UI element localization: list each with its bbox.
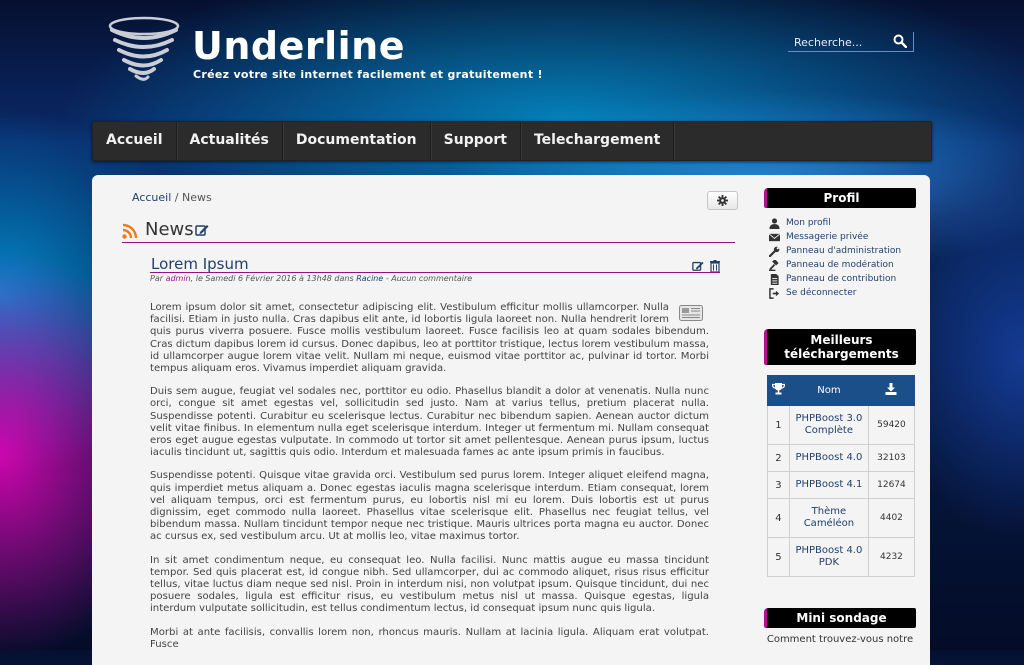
gear-icon [717, 195, 728, 206]
article-paragraph: Duis sem augue, feugiat vel sodales nec,… [150, 386, 709, 459]
nav-item-telechargement[interactable]: Telechargement [521, 122, 675, 160]
nav-item-support[interactable]: Support [431, 122, 521, 160]
site-logo[interactable] [108, 16, 180, 86]
article-title[interactable]: Lorem Ipsum [151, 255, 249, 273]
table-header: Nom [767, 375, 916, 406]
newspaper-icon [679, 305, 703, 321]
downloads-table: Nom 1 PHPBoost 3.0 Complète 59420 2 PHPB… [767, 375, 916, 577]
download-name-link[interactable]: PHPBoost 4.1 [788, 471, 869, 499]
profil-item-admin[interactable]: Panneau d'administration [769, 244, 901, 258]
breadcrumb-current: News [182, 191, 212, 204]
profil-item-label: Se déconnecter [786, 288, 857, 298]
meta-date: , le Samedi 6 Février 2016 à 13h48 dans [190, 274, 357, 283]
table-row: 1 PHPBoost 3.0 Complète 59420 [767, 405, 916, 445]
rank-cell: 4 [767, 498, 790, 538]
nav-item-actualites[interactable]: Actualités [177, 122, 283, 160]
main-nav: Accueil Actualités Documentation Support… [92, 121, 932, 161]
paragraph-text: Lorem ipsum dolor sit amet, consectetur … [150, 302, 709, 375]
main-content: Accueil / News News Lorem Ipsum Par admi… [92, 175, 930, 665]
profil-item-mon-profil[interactable]: Mon profil [769, 216, 901, 230]
category-link[interactable]: Racine [356, 274, 383, 283]
search-box [788, 32, 914, 52]
profil-menu: Mon profil Messagerie privée Panneau d'a… [769, 216, 901, 300]
download-icon [885, 383, 897, 395]
poll-title: Mini sondage [764, 608, 916, 628]
profil-item-label: Panneau d'administration [786, 246, 902, 256]
file-icon [770, 273, 779, 285]
download-name-link[interactable]: PHPBoost 4.0 PDK [788, 537, 869, 577]
trophy-icon [771, 383, 786, 395]
profil-item-label: Messagerie privée [786, 232, 869, 242]
profil-item-label: Mon profil [786, 218, 831, 228]
site-title[interactable]: Underline [192, 24, 405, 68]
rank-cell: 3 [767, 471, 790, 499]
table-row: 5 PHPBoost 4.0 PDK 4232 [767, 537, 916, 577]
news-header: News [122, 218, 735, 243]
gavel-icon [769, 259, 779, 271]
profil-item-moderation[interactable]: Panneau de modération [769, 258, 901, 272]
article-meta: Par admin, le Samedi 6 Février 2016 à 13… [150, 274, 472, 283]
profil-item-messagerie[interactable]: Messagerie privée [769, 230, 901, 244]
download-count: 4402 [867, 498, 916, 538]
rank-cell: 2 [767, 444, 790, 472]
profil-title-text: Profil [823, 191, 860, 205]
poll-title-text: Mini sondage [796, 611, 887, 625]
search-input[interactable] [792, 33, 892, 51]
user-icon [769, 217, 780, 229]
trophy-header [767, 375, 790, 406]
article-body: Lorem ipsum dolor sit amet, consectetur … [150, 302, 709, 662]
download-count: 59420 [867, 405, 916, 445]
download-name-link[interactable]: PHPBoost 4.0 [788, 444, 869, 472]
breadcrumb-separator: / [174, 191, 179, 204]
nav-item-documentation[interactable]: Documentation [283, 122, 431, 160]
profil-item-contribution[interactable]: Panneau de contribution [769, 272, 901, 286]
meta-comments[interactable]: - Aucun commentaire [383, 274, 472, 283]
article-paragraph: Suspendisse potenti. Quisque vitae gravi… [150, 470, 709, 543]
rss-icon[interactable] [122, 223, 138, 239]
author-link[interactable]: admin [166, 274, 191, 283]
table-row: 3 PHPBoost 4.1 12674 [767, 471, 916, 499]
envelope-icon [769, 232, 780, 241]
sign-out-icon [769, 287, 780, 299]
trash-icon[interactable] [710, 260, 720, 273]
downloads-title-line2: téléchargements [784, 347, 899, 361]
news-title: News [145, 219, 194, 240]
download-name-link[interactable]: Thème Caméléon [788, 498, 869, 538]
download-count: 4232 [867, 537, 916, 577]
table-row: 4 Thème Caméléon 4402 [767, 498, 916, 538]
download-count: 32103 [867, 444, 916, 472]
site-slogan: Créez votre site internet facilement et … [193, 68, 543, 81]
table-row: 2 PHPBoost 4.0 32103 [767, 444, 916, 472]
breadcrumb: Accueil / News [132, 191, 212, 204]
rank-cell: 1 [767, 405, 790, 445]
edit-icon[interactable] [195, 223, 209, 237]
rank-cell: 5 [767, 537, 790, 577]
article-paragraph: In sit amet condimentum neque, eu conseq… [150, 554, 709, 615]
profil-item-label: Panneau de modération [786, 260, 894, 270]
profil-item-logout[interactable]: Se déconnecter [769, 286, 901, 300]
article-paragraph: Lorem ipsum dolor sit amet, consectetur … [150, 302, 709, 375]
poll-question: Comment trouvez-vous notre [766, 634, 914, 645]
search-icon[interactable] [893, 34, 908, 49]
nav-item-accueil[interactable]: Accueil [93, 122, 177, 160]
downloads-title: Meilleurs téléchargements [764, 329, 916, 365]
profil-item-label: Panneau de contribution [786, 274, 897, 284]
article-header: Lorem Ipsum [150, 255, 720, 273]
settings-button[interactable] [707, 191, 738, 210]
edit-icon[interactable] [692, 260, 704, 272]
breadcrumb-home[interactable]: Accueil [132, 191, 171, 204]
meta-prefix: Par [150, 274, 166, 283]
name-header[interactable]: Nom [788, 375, 869, 406]
wrench-icon [769, 246, 780, 257]
download-header [867, 375, 916, 406]
downloads-title-line1: Meilleurs [810, 333, 873, 347]
download-count: 12674 [867, 471, 916, 499]
download-name-link[interactable]: PHPBoost 3.0 Complète [788, 405, 869, 445]
profil-title: Profil [764, 188, 916, 208]
article-paragraph: Morbi at ante facilisis, convallis lorem… [150, 626, 709, 650]
